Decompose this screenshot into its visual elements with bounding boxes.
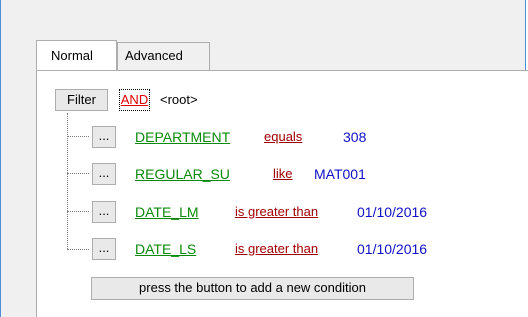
condition-field[interactable]: REGULAR_SU: [135, 163, 230, 185]
tab-advanced-label: Advanced: [125, 48, 183, 63]
condition-operator[interactable]: is greater than: [235, 201, 318, 223]
tree-connector-horizontal: [67, 173, 89, 174]
condition-field[interactable]: DATE_LS: [135, 238, 196, 260]
condition-menu-button[interactable]: ...: [92, 163, 116, 185]
tree-connector-horizontal: [67, 249, 89, 250]
condition-menu-button[interactable]: ...: [92, 126, 116, 148]
logic-operator-and[interactable]: AND: [119, 89, 150, 111]
condition-value[interactable]: 308: [343, 126, 366, 148]
condition-operator[interactable]: equals: [264, 126, 302, 148]
tab-normal[interactable]: Normal: [36, 40, 117, 70]
condition-operator[interactable]: like: [273, 163, 293, 185]
condition-value[interactable]: 01/10/2016: [357, 238, 427, 260]
tree-connector-horizontal: [67, 136, 89, 137]
condition-field[interactable]: DEPARTMENT: [135, 126, 230, 148]
condition-operator[interactable]: is greater than: [235, 238, 318, 260]
tree-connector-vertical: [67, 113, 68, 249]
condition-value[interactable]: MAT001: [314, 163, 366, 185]
condition-menu-button[interactable]: ...: [92, 201, 116, 223]
tab-advanced[interactable]: Advanced: [117, 42, 210, 70]
root-label: <root>: [160, 92, 198, 107]
filter-button[interactable]: Filter: [55, 89, 108, 111]
condition-field[interactable]: DATE_LM: [135, 201, 199, 223]
condition-value[interactable]: 01/10/2016: [357, 201, 427, 223]
condition-menu-button[interactable]: ...: [92, 238, 116, 260]
tree-connector-horizontal: [67, 211, 89, 212]
add-condition-button[interactable]: press the button to add a new condition: [91, 277, 414, 300]
